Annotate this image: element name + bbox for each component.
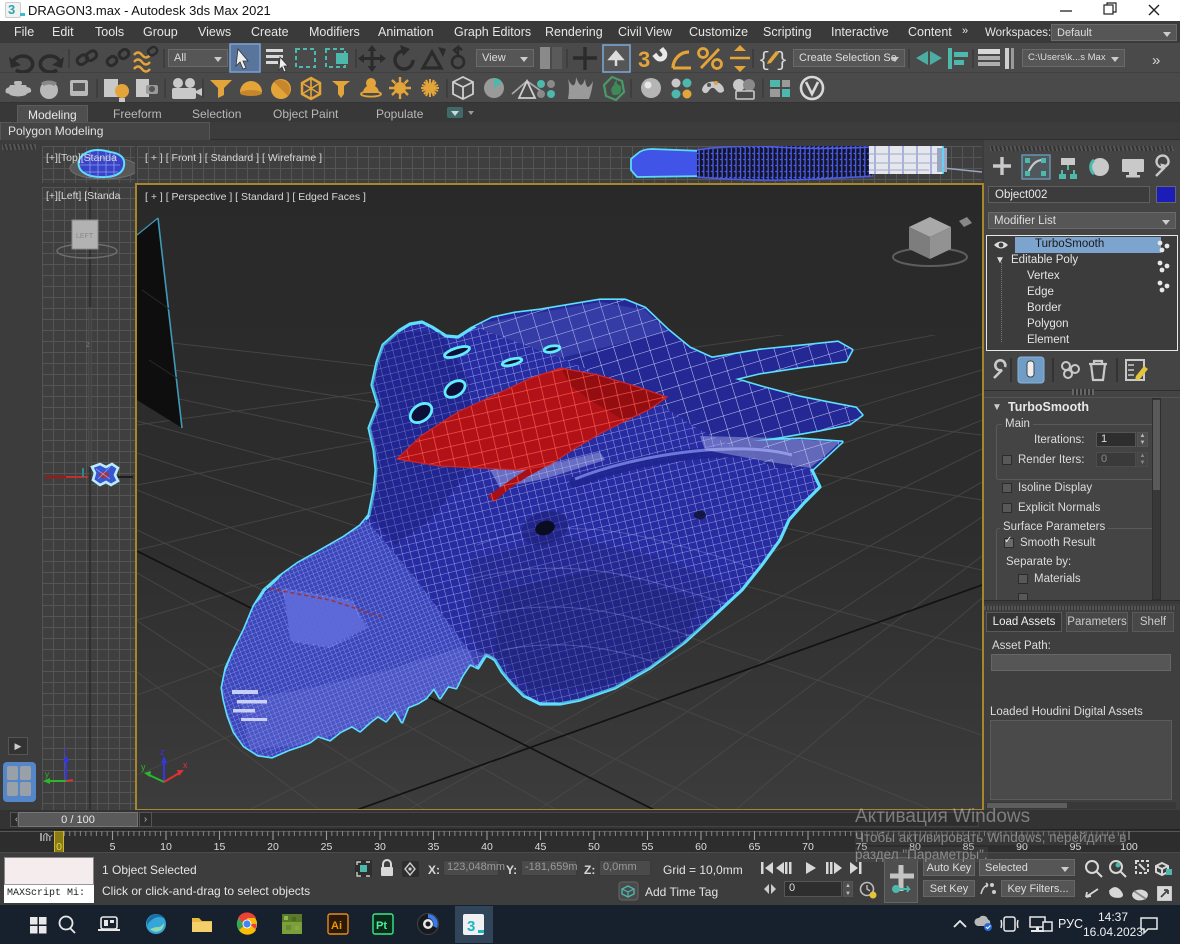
svg-text:16.04.2023: 16.04.2023: [1083, 925, 1143, 939]
svg-text:»: »: [1152, 52, 1160, 69]
svg-text:14:37: 14:37: [1098, 910, 1128, 924]
svg-text:y: y: [45, 770, 49, 779]
svg-text:z: z: [86, 340, 90, 349]
svg-text:z: z: [160, 747, 165, 757]
svg-text:РУС: РУС: [1058, 917, 1083, 931]
svg-text:3: 3: [638, 47, 650, 72]
svg-text:x: x: [183, 760, 188, 770]
svg-text:Ai: Ai: [331, 920, 342, 932]
svg-text:z: z: [63, 746, 67, 755]
svg-text:y: y: [141, 762, 146, 772]
svg-text:Pt: Pt: [376, 920, 387, 932]
svg-text:LEFT: LEFT: [76, 233, 94, 240]
svg-text:3: 3: [467, 918, 475, 935]
